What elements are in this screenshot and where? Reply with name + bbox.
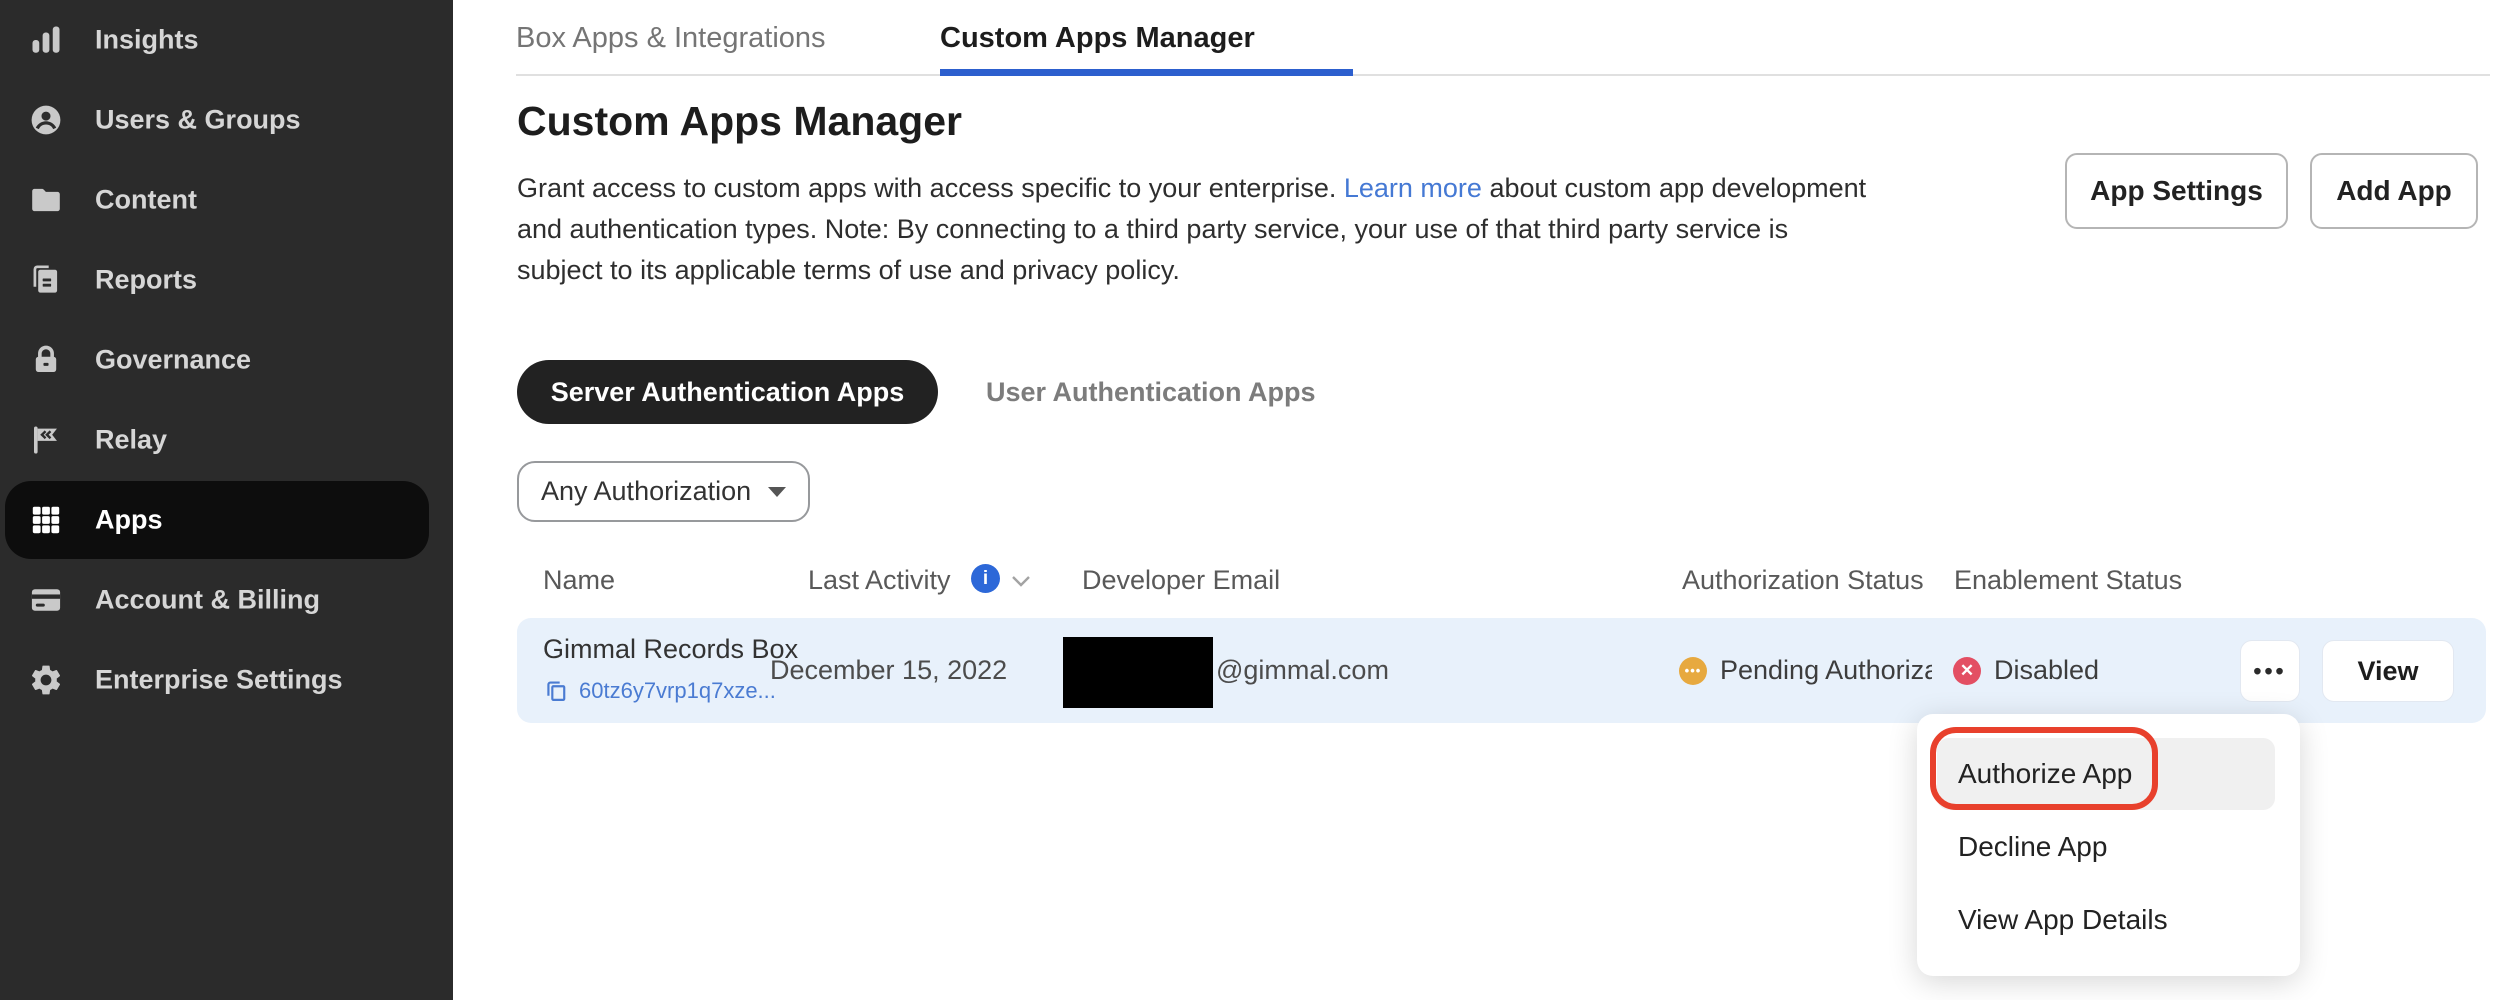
folder-icon bbox=[28, 182, 64, 218]
description-line-1: Grant access to custom apps with access … bbox=[517, 168, 1866, 209]
tab-custom-apps-manager[interactable]: Custom Apps Manager bbox=[940, 22, 1255, 55]
column-header-enablement-status: Enablement Status bbox=[1954, 565, 2182, 596]
copy-icon bbox=[543, 678, 569, 704]
more-options-button[interactable]: ••• bbox=[2240, 640, 2300, 702]
app-settings-button[interactable]: App Settings bbox=[2065, 153, 2288, 229]
credit-card-icon bbox=[28, 582, 64, 618]
page-description: Grant access to custom apps with access … bbox=[517, 168, 1866, 291]
grid-icon bbox=[28, 502, 64, 538]
sidebar-item-label: Content bbox=[95, 185, 197, 216]
menu-item-authorize-app[interactable]: Authorize App bbox=[1958, 758, 2132, 790]
tab-box-apps-integrations[interactable]: Box Apps & Integrations bbox=[516, 22, 826, 55]
redacted-email-block bbox=[1063, 637, 1213, 708]
flag-icon bbox=[28, 422, 64, 458]
column-header-authorization-status: Authorization Status bbox=[1682, 565, 1924, 596]
sidebar-item-label: Account & Billing bbox=[95, 585, 320, 616]
add-app-button[interactable]: Add App bbox=[2310, 153, 2478, 229]
tab-bar: Box Apps & Integrations Custom Apps Mana… bbox=[516, 0, 2490, 76]
authorization-status-cell: ••• Pending Authorization bbox=[1679, 618, 1932, 723]
sort-chevron-down-icon[interactable] bbox=[1011, 574, 1031, 592]
user-circle-icon bbox=[28, 102, 64, 138]
dropdown-caret-icon bbox=[768, 487, 786, 497]
description-line-3: subject to its applicable terms of use a… bbox=[517, 250, 1866, 291]
main-content: Box Apps & Integrations Custom Apps Mana… bbox=[453, 0, 2506, 1000]
authorization-filter-dropdown[interactable]: Any Authorization bbox=[517, 461, 810, 522]
app-name: Gimmal Records Box bbox=[543, 634, 798, 665]
enablement-status-cell: ✕ Disabled bbox=[1953, 618, 2099, 723]
column-header-name: Name bbox=[543, 565, 615, 596]
gear-icon bbox=[28, 662, 64, 698]
bar-chart-icon bbox=[28, 22, 64, 58]
view-button[interactable]: View bbox=[2322, 640, 2454, 702]
sidebar: Insights Users & Groups Content Reports bbox=[0, 0, 453, 1000]
sidebar-item-apps[interactable]: Apps bbox=[0, 480, 453, 560]
sidebar-item-governance[interactable]: Governance bbox=[0, 320, 453, 400]
sidebar-item-label: Users & Groups bbox=[95, 105, 301, 136]
box-admin-console: Insights Users & Groups Content Reports bbox=[0, 0, 2506, 1000]
sidebar-item-enterprise-settings[interactable]: Enterprise Settings bbox=[0, 640, 453, 720]
enablement-status-text: Disabled bbox=[1994, 655, 2099, 686]
sidebar-item-label: Relay bbox=[95, 425, 167, 456]
sidebar-item-label: Governance bbox=[95, 345, 251, 376]
info-icon[interactable]: i bbox=[971, 564, 1000, 593]
pending-status-icon: ••• bbox=[1679, 657, 1707, 685]
sidebar-item-account-billing[interactable]: Account & Billing bbox=[0, 560, 453, 640]
server-authentication-apps-toggle[interactable]: Server Authentication Apps bbox=[517, 360, 938, 424]
client-id: 60tz6y7vrp1q7xze... bbox=[579, 678, 776, 704]
menu-item-decline-app[interactable]: Decline App bbox=[1958, 831, 2107, 863]
user-authentication-apps-toggle[interactable]: User Authentication Apps bbox=[986, 360, 1316, 424]
disabled-status-icon: ✕ bbox=[1953, 657, 1981, 685]
table-row[interactable]: Gimmal Records Box 60tz6y7vrp1q7xze... D… bbox=[517, 618, 2486, 723]
sidebar-item-users-groups[interactable]: Users & Groups bbox=[0, 80, 453, 160]
description-line-2: and authentication types. Note: By conne… bbox=[517, 209, 1866, 250]
column-header-last-activity[interactable]: Last Activity bbox=[808, 565, 951, 596]
lock-icon bbox=[28, 342, 64, 378]
learn-more-link[interactable]: Learn more bbox=[1344, 173, 1482, 203]
authorization-filter-value: Any Authorization bbox=[541, 476, 751, 507]
client-id-line[interactable]: 60tz6y7vrp1q7xze... bbox=[543, 678, 776, 704]
menu-item-view-app-details[interactable]: View App Details bbox=[1958, 904, 2168, 936]
sidebar-item-label: Apps bbox=[95, 505, 163, 536]
sidebar-item-content[interactable]: Content bbox=[0, 160, 453, 240]
sidebar-item-label: Insights bbox=[95, 25, 199, 56]
developer-email-cell: @gimmal.com bbox=[1216, 618, 1389, 723]
column-header-developer-email: Developer Email bbox=[1082, 565, 1280, 596]
authorization-status-text: Pending Authorization bbox=[1720, 655, 1932, 686]
page-title: Custom Apps Manager bbox=[517, 98, 962, 145]
row-context-menu: Authorize App Decline App View App Detai… bbox=[1917, 714, 2300, 976]
sidebar-item-label: Reports bbox=[95, 265, 197, 296]
sidebar-item-reports[interactable]: Reports bbox=[0, 240, 453, 320]
sidebar-item-relay[interactable]: Relay bbox=[0, 400, 453, 480]
active-tab-underline bbox=[940, 69, 1353, 76]
report-icon bbox=[28, 262, 64, 298]
sidebar-item-label: Enterprise Settings bbox=[95, 665, 343, 696]
sidebar-item-insights[interactable]: Insights bbox=[0, 0, 453, 80]
last-activity-cell: December 15, 2022 bbox=[770, 618, 1007, 723]
